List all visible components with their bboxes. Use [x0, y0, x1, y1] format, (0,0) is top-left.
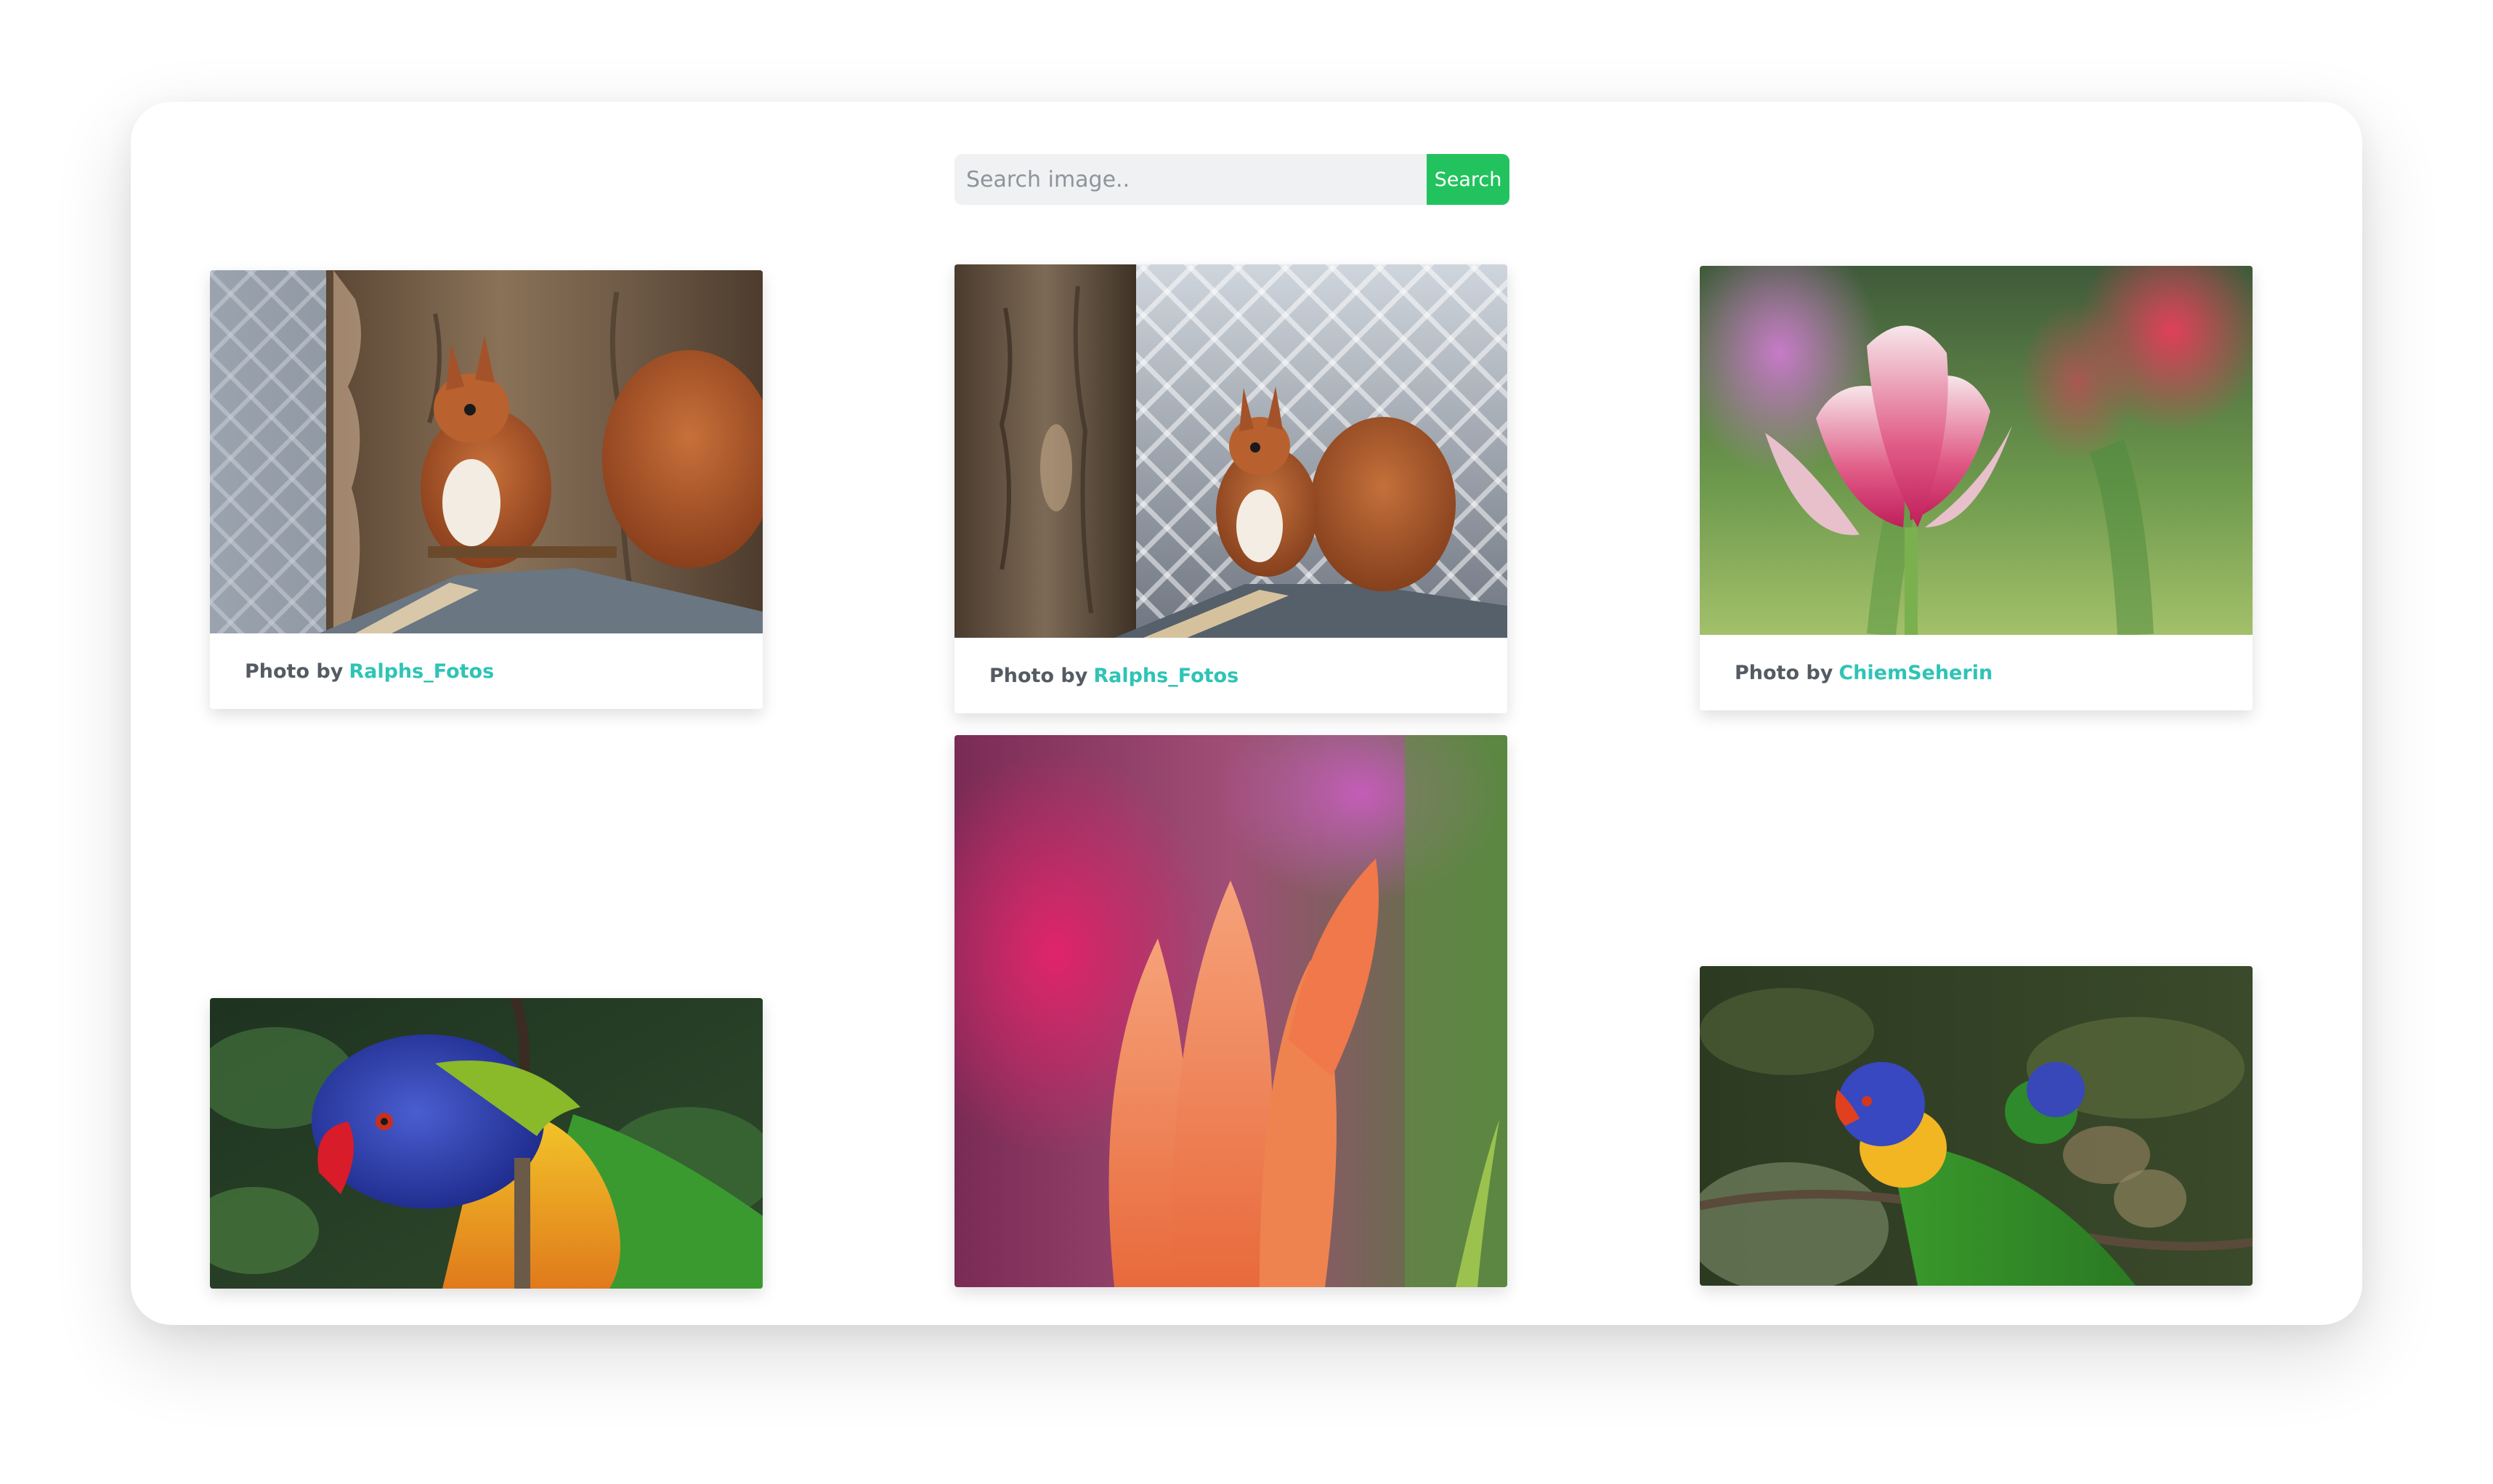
- lorikeet-photo[interactable]: [210, 998, 763, 1289]
- author-link[interactable]: Ralphs_Fotos: [1093, 665, 1239, 687]
- photo-card: [954, 735, 1507, 1287]
- photo-card: Photo by ChiemSeherin: [1700, 266, 2253, 710]
- caption-prefix: Photo by: [1735, 661, 1833, 684]
- caption-prefix: Photo by: [245, 660, 344, 683]
- lorikeet-image: [210, 998, 763, 1289]
- photo-card: Photo by Ralphs_Fotos: [954, 264, 1507, 713]
- photo-card: [210, 998, 763, 1289]
- tulip-photo[interactable]: [954, 735, 1507, 1287]
- lorikeet-image: [1700, 966, 2253, 1286]
- lorikeet-photo[interactable]: [1700, 966, 2253, 1286]
- squirrel-image: [954, 264, 1507, 638]
- photo-card: [1700, 966, 2253, 1286]
- tulip-image: [1700, 266, 2253, 635]
- search-button[interactable]: Search: [1427, 154, 1509, 205]
- author-link[interactable]: Ralphs_Fotos: [349, 660, 494, 683]
- photo-caption: Photo by Ralphs_Fotos: [954, 638, 1507, 713]
- squirrel-photo[interactable]: [210, 270, 763, 633]
- tulip-image: [954, 735, 1507, 1287]
- photo-caption: Photo by Ralphs_Fotos: [210, 633, 763, 709]
- squirrel-image: [210, 270, 763, 633]
- author-link[interactable]: ChiemSeherin: [1839, 662, 1993, 684]
- tulip-photo[interactable]: [1700, 266, 2253, 635]
- squirrel-photo[interactable]: [954, 264, 1507, 638]
- photo-caption: Photo by ChiemSeherin: [1700, 635, 2253, 710]
- gallery-app-window: Search image.. Search Photo by Ralphs_Fo…: [131, 102, 2362, 1325]
- search-input[interactable]: [954, 154, 1427, 205]
- photo-card: Photo by Ralphs_Fotos: [210, 270, 763, 709]
- caption-prefix: Photo by: [989, 664, 1088, 687]
- search-bar: Search: [954, 154, 1509, 205]
